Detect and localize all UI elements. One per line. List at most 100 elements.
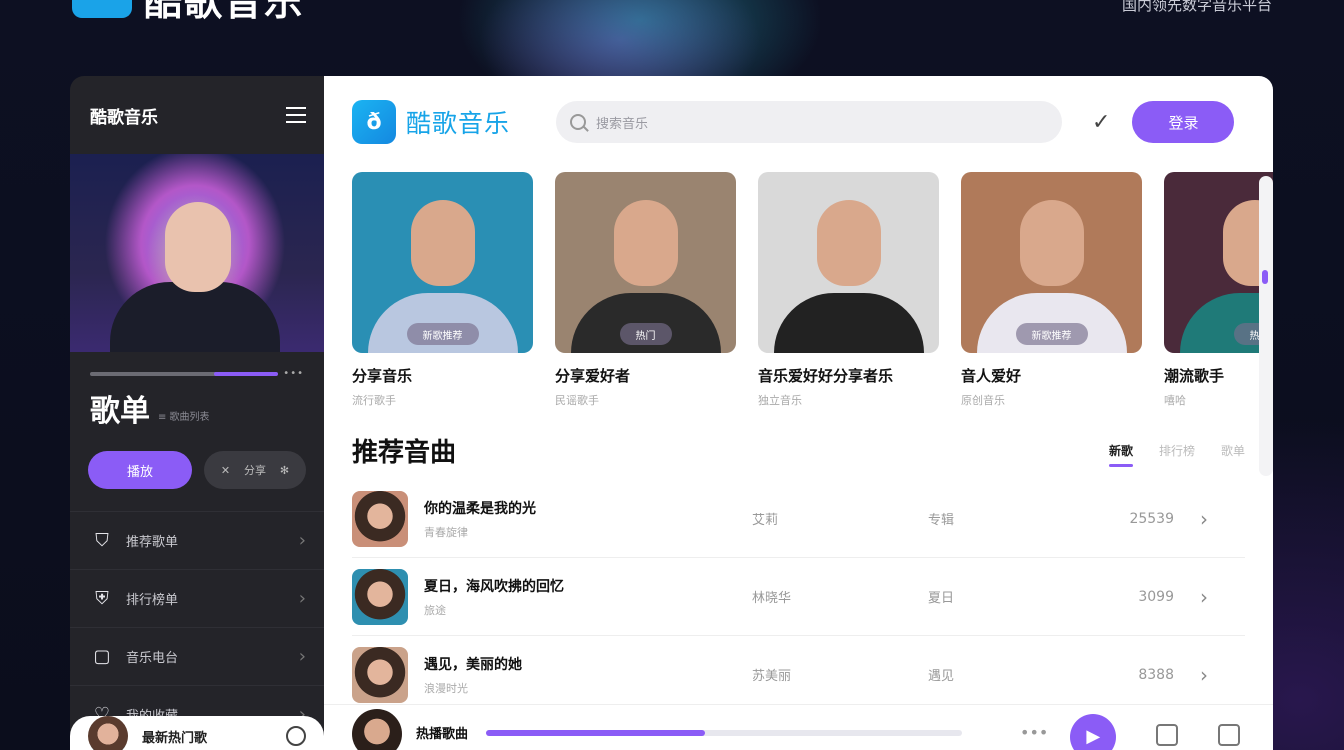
share-button[interactable]: ✕ 分享 ✻ bbox=[204, 451, 306, 489]
song-title: 你的温柔是我的光 bbox=[424, 500, 536, 517]
tag-icon: ⛉ bbox=[95, 530, 109, 551]
artist-name: 分享音乐 bbox=[352, 367, 413, 385]
artist-subtitle: 嘻哈 bbox=[1164, 394, 1186, 407]
player-title: 热播歌曲 bbox=[416, 727, 469, 742]
sidebar-progress[interactable]: ••• bbox=[90, 368, 304, 379]
artist-subtitle: 流行歌手 bbox=[352, 394, 396, 407]
song-thumbnail bbox=[352, 490, 408, 547]
chevron-right-icon: › bbox=[298, 530, 306, 551]
playlist-icon[interactable] bbox=[1156, 723, 1179, 746]
sidebar-item-label: 推荐歌单 bbox=[126, 535, 179, 550]
play-icon[interactable]: ▶ bbox=[1070, 713, 1117, 750]
artist-card[interactable]: 音乐爱好好分享者乐 独立音乐 bbox=[758, 172, 939, 408]
sidebar-item-radio[interactable]: ▢ 音乐电台 › bbox=[70, 627, 324, 685]
more-icon[interactable]: ••• bbox=[1020, 723, 1048, 742]
artist-subtitle: 独立音乐 bbox=[758, 394, 802, 407]
artist-card[interactable]: 新歌推荐 音人爱好 原创音乐 bbox=[961, 172, 1142, 408]
table-row[interactable]: 遇见，美丽的她 浪漫时光 苏美丽 遇见 8388 › bbox=[352, 636, 1245, 714]
sidebar-title: 酷歌音乐 bbox=[90, 107, 158, 128]
menu-icon[interactable] bbox=[286, 107, 306, 123]
sidebar-buttons: 播放 ✕ 分享 ✻ bbox=[88, 451, 306, 489]
song-plays: 8388 bbox=[1138, 666, 1174, 683]
chevron-down-icon[interactable]: ✓ bbox=[1092, 110, 1110, 135]
artist-carousel: 新歌推荐 分享音乐 流行歌手 热门 分享爱好者 民谣歌手 音乐爱好好分享者乐 独… bbox=[324, 168, 1273, 408]
playlist-subtitle: ≡ 歌曲列表 bbox=[158, 412, 210, 423]
playlist-cover[interactable] bbox=[70, 154, 324, 352]
artist-name: 潮流歌手 bbox=[1164, 367, 1225, 385]
close-icon: ✕ bbox=[220, 463, 231, 477]
now-playing-title: 最新热门歌 bbox=[142, 730, 208, 746]
tab-2[interactable]: 歌单 bbox=[1221, 442, 1245, 459]
chevron-right-icon[interactable]: › bbox=[1200, 585, 1208, 609]
artist-photo[interactable]: 新歌推荐 bbox=[352, 172, 533, 353]
avatar bbox=[88, 716, 128, 750]
recommend-header: 推荐音曲 新歌 排行榜 歌单 bbox=[324, 430, 1273, 470]
avatar bbox=[352, 708, 402, 750]
sidebar-item-recommend[interactable]: ⛉ 推荐歌单 › bbox=[70, 511, 324, 569]
chevron-right-icon[interactable]: › bbox=[1200, 507, 1208, 531]
search-placeholder: 搜索音乐 bbox=[596, 116, 649, 132]
search-icon bbox=[570, 114, 587, 130]
top-brand-name: 酷歌音乐 bbox=[144, 0, 305, 24]
song-album: 遇见 bbox=[928, 669, 955, 684]
table-row[interactable]: 夏日，海风吹拂的回忆 旅途 林晓华 夏日 3099 › bbox=[352, 558, 1245, 636]
song-plays: 25539 bbox=[1129, 510, 1174, 527]
song-subtitle: 旅途 bbox=[424, 603, 446, 617]
recommend-tabs: 新歌 排行榜 歌单 bbox=[1108, 442, 1245, 467]
chevron-right-icon: › bbox=[298, 646, 306, 667]
table-row[interactable]: 你的温柔是我的光 青春旋律 艾莉 专辑 25539 › bbox=[352, 480, 1245, 558]
cover-face bbox=[165, 202, 231, 292]
sidebar-item-charts[interactable]: ⛨ 排行榜单 › bbox=[70, 569, 324, 627]
artist-card[interactable]: 热门 分享爱好者 民谣歌手 bbox=[555, 172, 736, 408]
artist-photo[interactable]: 新歌推荐 bbox=[961, 172, 1142, 353]
artist-subtitle: 民谣歌手 bbox=[555, 394, 599, 407]
song-info: 你的温柔是我的光 青春旋律 bbox=[424, 498, 752, 540]
artist-name: 音人爱好 bbox=[961, 367, 1022, 385]
more-dots-icon[interactable]: ••• bbox=[283, 368, 304, 379]
top-bar: ð 酷歌音乐 搜索音乐 ✓ 登录 bbox=[324, 76, 1273, 168]
search-input[interactable]: 搜索音乐 bbox=[556, 101, 1063, 143]
artist-badge: 新歌推荐 bbox=[406, 323, 479, 345]
section-title: 推荐音曲 bbox=[352, 437, 457, 468]
sidebar-now-playing[interactable]: 最新热门歌 bbox=[70, 716, 324, 750]
artist-card[interactable]: 新歌推荐 分享音乐 流行歌手 bbox=[352, 172, 533, 408]
login-button[interactable]: 登录 bbox=[1132, 101, 1235, 143]
play-button[interactable]: 播放 bbox=[88, 451, 192, 489]
cover-hood bbox=[110, 282, 280, 352]
playlist-title: 歌单 bbox=[90, 394, 150, 429]
song-artist: 苏美丽 bbox=[752, 669, 792, 684]
play-circle-icon[interactable] bbox=[286, 726, 306, 746]
music-logo-icon[interactable]: ð bbox=[352, 100, 396, 144]
progress-track[interactable] bbox=[90, 371, 278, 376]
radio-icon: ▢ bbox=[93, 646, 111, 667]
tab-0[interactable]: 新歌 bbox=[1108, 442, 1133, 467]
playlist-heading: 歌单 ≡ 歌曲列表 bbox=[90, 395, 304, 429]
tab-1[interactable]: 排行榜 bbox=[1159, 442, 1195, 459]
artist-badge: 热门 bbox=[619, 323, 672, 345]
player-progress[interactable] bbox=[486, 729, 963, 736]
download-icon[interactable] bbox=[1218, 723, 1241, 746]
artist-badge: 新歌推荐 bbox=[1015, 323, 1088, 345]
song-artist: 林晓华 bbox=[752, 591, 792, 606]
share-label: 分享 bbox=[243, 464, 266, 477]
artist-face bbox=[1019, 200, 1084, 286]
artist-photo[interactable]: 热门 bbox=[555, 172, 736, 353]
song-album: 专辑 bbox=[928, 513, 955, 528]
song-list: 你的温柔是我的光 青春旋律 艾莉 专辑 25539 › 夏日，海风吹拂的回忆 旅… bbox=[324, 480, 1273, 714]
chevron-right-icon[interactable]: › bbox=[1200, 663, 1208, 687]
song-thumbnail bbox=[352, 568, 408, 625]
song-title: 遇见，美丽的她 bbox=[424, 656, 522, 673]
main-panel: ð 酷歌音乐 搜索音乐 ✓ 登录 新歌推荐 分享音乐 流行歌手 热门 分享爱好者… bbox=[324, 76, 1273, 750]
artist-subtitle: 原创音乐 bbox=[961, 394, 1005, 407]
progress-fill bbox=[214, 371, 278, 376]
song-subtitle: 青春旋律 bbox=[424, 525, 468, 539]
scrollbar-thumb[interactable] bbox=[1262, 270, 1268, 284]
artist-name: 分享爱好者 bbox=[555, 367, 631, 385]
scrollbar[interactable] bbox=[1259, 176, 1273, 476]
sidebar-item-label: 排行榜单 bbox=[126, 593, 179, 608]
artist-photo[interactable] bbox=[758, 172, 939, 353]
artist-card[interactable]: 热 潮流歌手 嘻哈 bbox=[1164, 172, 1273, 408]
artist-photo[interactable]: 热 bbox=[1164, 172, 1273, 353]
gear-icon: ✻ bbox=[279, 463, 290, 477]
sidebar-item-label: 音乐电台 bbox=[126, 651, 179, 666]
